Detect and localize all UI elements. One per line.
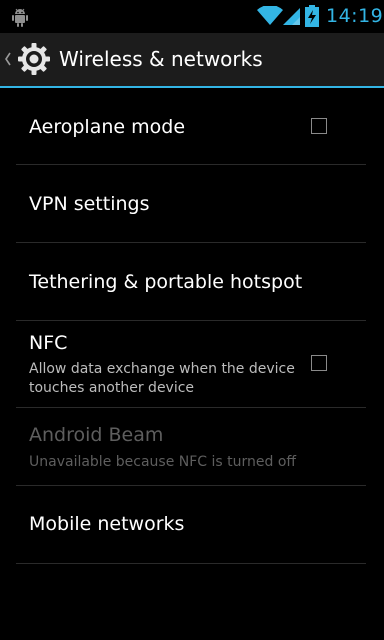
signal-icon	[283, 8, 300, 25]
setting-title: VPN settings	[29, 193, 150, 215]
gear-icon[interactable]	[16, 41, 52, 77]
setting-title: Mobile networks	[29, 513, 185, 535]
setting-title: Android Beam	[29, 424, 164, 446]
setting-title: Aeroplane mode	[29, 116, 186, 138]
chevron-left-icon[interactable]	[3, 51, 12, 67]
aeroplane-mode-checkbox[interactable]	[311, 118, 327, 134]
action-bar: Wireless & networks	[0, 33, 384, 86]
setting-mobile-networks[interactable]: Mobile networks	[16, 486, 366, 564]
android-debug-icon	[12, 8, 28, 27]
wifi-icon	[257, 6, 283, 25]
setting-title: NFC	[29, 332, 68, 354]
divider	[16, 563, 366, 564]
nfc-checkbox[interactable]	[311, 355, 327, 371]
setting-android-beam: Android Beam Unavailable because NFC is …	[16, 408, 366, 486]
setting-nfc[interactable]: NFC Allow data exchange when the device …	[16, 321, 366, 408]
status-clock: 14:19	[326, 5, 384, 27]
battery-charging-icon	[305, 5, 319, 27]
setting-tethering-hotspot[interactable]: Tethering & portable hotspot	[16, 243, 366, 321]
setting-title: Tethering & portable hotspot	[29, 271, 303, 293]
setting-summary: Unavailable because NFC is turned off	[29, 454, 297, 470]
status-bar: 14:19	[0, 0, 384, 33]
setting-summary: Allow data exchange when the device touc…	[29, 361, 295, 396]
page-title: Wireless & networks	[59, 47, 263, 71]
setting-aeroplane-mode[interactable]: Aeroplane mode	[16, 88, 366, 165]
setting-vpn-settings[interactable]: VPN settings	[16, 165, 366, 243]
